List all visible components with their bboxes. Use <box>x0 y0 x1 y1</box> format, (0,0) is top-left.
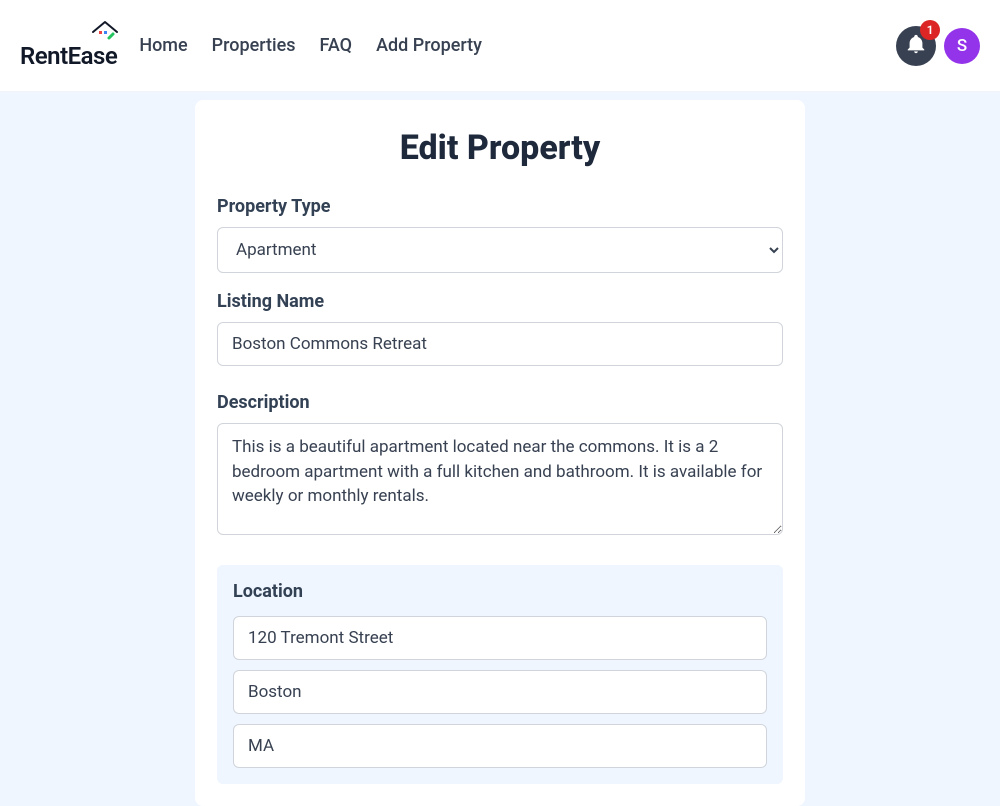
nav-right: 1 S <box>896 26 980 66</box>
property-type-label: Property Type <box>217 196 783 217</box>
description-textarea[interactable]: This is a beautiful apartment located ne… <box>217 423 783 535</box>
nav-link-home[interactable]: Home <box>139 35 187 56</box>
location-label: Location <box>233 581 767 602</box>
location-city-input[interactable] <box>233 670 767 714</box>
property-type-group: Property Type Apartment <box>217 196 783 273</box>
logo[interactable]: RentEase <box>20 22 117 70</box>
listing-name-input[interactable] <box>217 322 783 366</box>
nav-link-faq[interactable]: FAQ <box>320 35 353 56</box>
notifications-button[interactable]: 1 <box>896 26 936 66</box>
nav-link-add-property[interactable]: Add Property <box>376 35 482 56</box>
nav-link-properties[interactable]: Properties <box>212 35 296 56</box>
main-container: Edit Property Property Type Apartment Li… <box>0 92 1000 806</box>
navbar: RentEase Home Properties FAQ Add Propert… <box>0 0 1000 92</box>
form-card: Edit Property Property Type Apartment Li… <box>195 100 805 806</box>
house-icon <box>91 20 119 47</box>
location-state-input[interactable] <box>233 724 767 768</box>
listing-name-label: Listing Name <box>217 291 783 312</box>
property-type-select[interactable]: Apartment <box>217 227 783 273</box>
page-title: Edit Property <box>217 128 783 168</box>
description-group: Description This is a beautiful apartmen… <box>217 392 783 539</box>
description-label: Description <box>217 392 783 413</box>
location-section: Location <box>217 565 783 784</box>
location-street-input[interactable] <box>233 616 767 660</box>
listing-name-group: Listing Name <box>217 291 783 366</box>
nav-links: Home Properties FAQ Add Property <box>139 35 482 56</box>
avatar[interactable]: S <box>944 28 980 64</box>
notification-badge: 1 <box>920 20 940 40</box>
nav-left: RentEase Home Properties FAQ Add Propert… <box>20 22 482 70</box>
